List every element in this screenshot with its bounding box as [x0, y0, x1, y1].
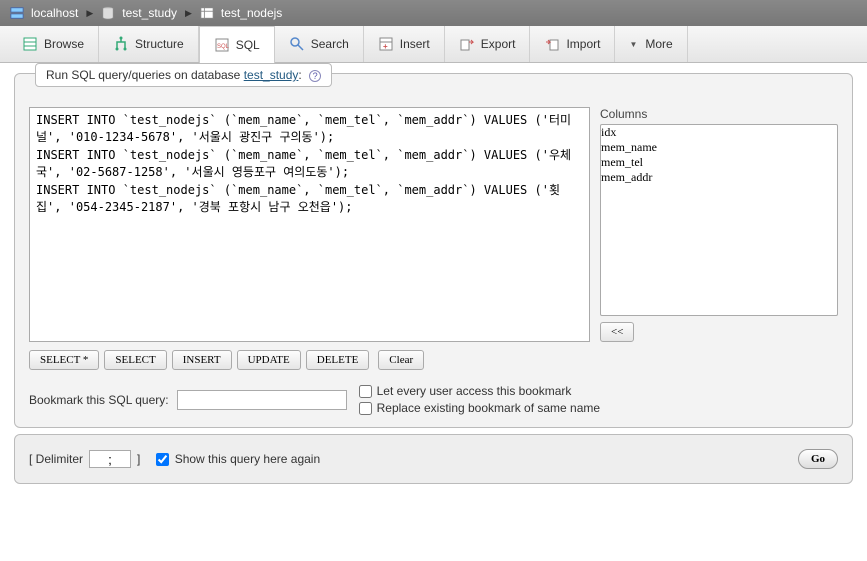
tab-sql[interactable]: SQL SQL [199, 26, 275, 63]
breadcrumb-separator: ▶ [185, 8, 192, 19]
svg-text:+: + [383, 42, 388, 51]
add-column-button[interactable]: << [600, 322, 634, 342]
column-option[interactable]: mem_addr [601, 170, 837, 185]
breadcrumb-host[interactable]: localhost [31, 6, 78, 20]
delimiter-open: [ Delimiter [29, 452, 83, 466]
footer-panel: [ Delimiter ] Show this query here again… [14, 434, 853, 484]
sql-query-input[interactable] [29, 107, 590, 342]
structure-icon [113, 36, 129, 52]
panel-title-db-link[interactable]: test_study [244, 68, 299, 82]
delete-button[interactable]: DELETE [306, 350, 370, 370]
replace-bookmark-text: Replace existing bookmark of same name [377, 401, 600, 415]
bookmark-input[interactable] [177, 390, 347, 410]
browse-icon [22, 36, 38, 52]
public-bookmark-text: Let every user access this bookmark [377, 384, 572, 398]
tab-search[interactable]: Search [275, 26, 364, 62]
show-again-checkbox[interactable] [156, 453, 169, 466]
panel-title-suffix: : [298, 68, 301, 82]
search-icon [289, 36, 305, 52]
import-icon [544, 36, 560, 52]
columns-list[interactable]: idxmem_namemem_telmem_addr [600, 124, 838, 316]
svg-text:SQL: SQL [217, 44, 230, 50]
delimiter-close: ] [137, 452, 140, 466]
show-again-label: Show this query here again [175, 452, 320, 466]
select-button[interactable]: SELECT [104, 350, 166, 370]
columns-label: Columns [600, 107, 838, 121]
export-icon [459, 36, 475, 52]
tab-more[interactable]: ▼ More [615, 26, 687, 62]
tab-label: More [645, 37, 672, 51]
panel-title: Run SQL query/queries on database test_s… [35, 63, 332, 87]
delimiter-input[interactable] [89, 450, 131, 468]
go-button[interactable]: Go [798, 449, 838, 469]
breadcrumb: localhost ▶ test_study ▶ test_nodejs [0, 0, 867, 26]
tab-label: Export [481, 37, 516, 51]
server-icon [10, 6, 24, 20]
column-option[interactable]: mem_tel [601, 155, 837, 170]
tab-structure[interactable]: Structure [99, 26, 199, 62]
update-button[interactable]: UPDATE [237, 350, 301, 370]
clear-button[interactable]: Clear [378, 350, 424, 370]
column-option[interactable]: idx [601, 125, 837, 140]
tab-import[interactable]: Import [530, 26, 615, 62]
public-bookmark-checkbox[interactable] [359, 385, 372, 398]
breadcrumb-separator: ▶ [86, 8, 93, 19]
replace-bookmark-label[interactable]: Replace existing bookmark of same name [359, 401, 600, 415]
sql-icon: SQL [214, 37, 230, 53]
insert-icon: + [378, 36, 394, 52]
help-icon[interactable]: ? [309, 70, 321, 82]
column-option[interactable]: mem_name [601, 140, 837, 155]
tab-label: Browse [44, 37, 84, 51]
insert-button[interactable]: INSERT [172, 350, 232, 370]
tab-label: Import [566, 37, 600, 51]
breadcrumb-db[interactable]: test_study [122, 6, 177, 20]
tab-label: SQL [236, 38, 260, 52]
replace-bookmark-checkbox[interactable] [359, 402, 372, 415]
breadcrumb-table[interactable]: test_nodejs [221, 6, 282, 20]
chevron-down-icon: ▼ [629, 40, 637, 49]
tab-label: Insert [400, 37, 430, 51]
bookmark-label: Bookmark this SQL query: [29, 393, 169, 407]
sql-panel: Run SQL query/queries on database test_s… [14, 73, 853, 428]
public-bookmark-label[interactable]: Let every user access this bookmark [359, 384, 600, 398]
database-icon [101, 6, 115, 20]
tab-label: Search [311, 37, 349, 51]
panel-title-prefix: Run SQL query/queries on database [46, 68, 244, 82]
tab-export[interactable]: Export [445, 26, 531, 62]
tab-insert[interactable]: + Insert [364, 26, 445, 62]
select-star-button[interactable]: SELECT * [29, 350, 99, 370]
table-icon [200, 6, 214, 20]
tab-browse[interactable]: Browse [8, 26, 99, 62]
tab-bar: Browse Structure SQL SQL Search + Insert… [0, 26, 867, 63]
tab-label: Structure [135, 37, 184, 51]
